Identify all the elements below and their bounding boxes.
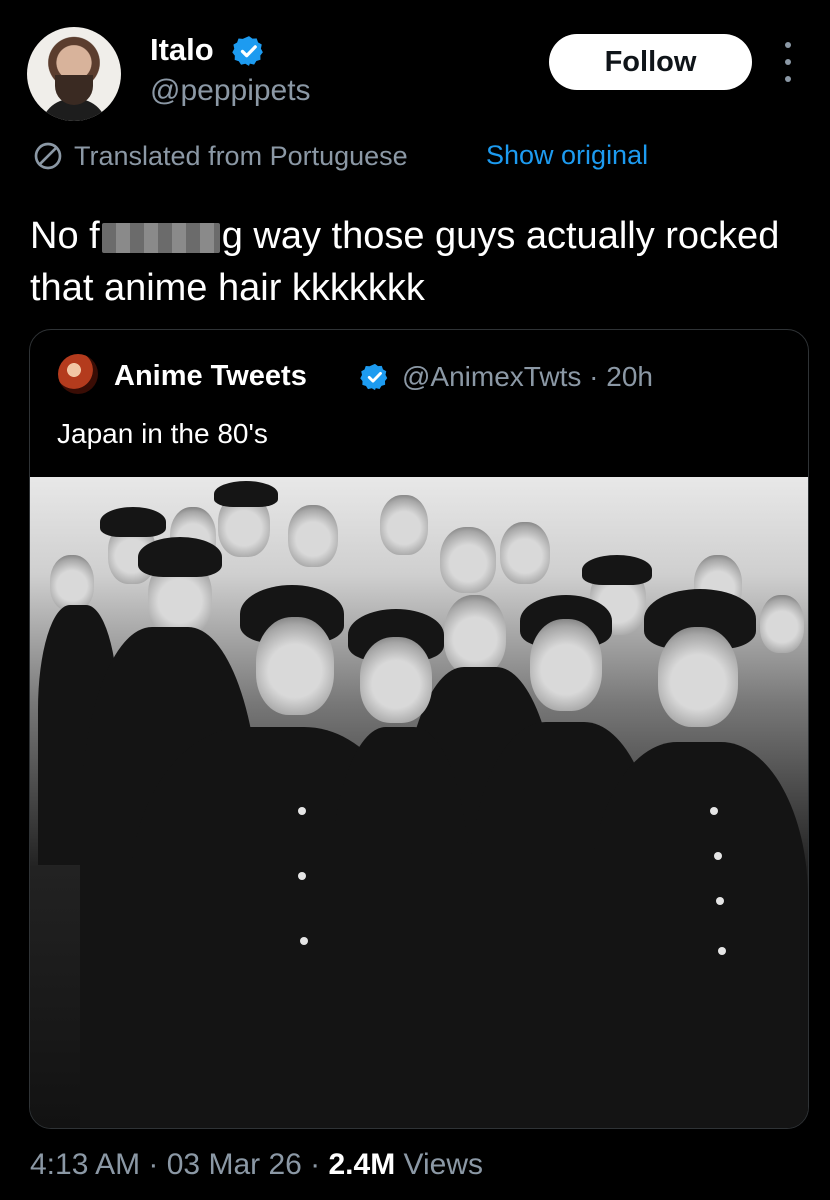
views-label: Views <box>403 1148 484 1181</box>
photo-person-head <box>256 617 334 715</box>
more-dot <box>785 42 791 48</box>
views-count: 2.4M <box>328 1148 396 1181</box>
photo-person-head <box>444 595 506 675</box>
photo-uniform-button <box>300 937 308 945</box>
translation-note: Translated from Portuguese <box>32 140 408 172</box>
photo-uniform-button <box>298 807 306 815</box>
verified-badge-icon <box>360 363 388 391</box>
quoted-tweet-card[interactable]: Anime Tweets @AnimexTwts · 20h Japan in … <box>29 329 809 1129</box>
photo-person-hair <box>214 481 278 507</box>
more-dot <box>785 59 791 65</box>
photo-uniform-button <box>298 872 306 880</box>
photo-person-head <box>288 505 338 567</box>
photo-person-head <box>658 627 738 727</box>
more-dot <box>785 76 791 82</box>
photo-person-head <box>530 619 602 711</box>
follow-button[interactable]: Follow <box>549 34 752 90</box>
verified-badge-icon <box>232 36 263 66</box>
quoted-author-handle-time[interactable]: @AnimexTwts · 20h <box>402 361 653 393</box>
photo-uniform-button <box>710 807 718 815</box>
tweet-meta: 4:13 AM · 03 Mar 26 · 2.4M Views <box>30 1148 483 1182</box>
author-name[interactable]: Italo <box>150 32 214 68</box>
photo-person-head <box>380 495 428 555</box>
censor-bar <box>101 222 220 253</box>
photo-uniform-button <box>716 897 724 905</box>
quoted-author-avatar[interactable] <box>58 354 98 394</box>
photo-person-head <box>500 522 550 584</box>
photo-person-hair <box>100 507 166 537</box>
photo-person-hair <box>582 555 652 585</box>
photo-person-body <box>330 727 470 1128</box>
more-options-icon[interactable] <box>778 42 798 82</box>
quoted-handle: @AnimexTwts <box>402 361 582 392</box>
tweet-time[interactable]: 4:13 AM <box>30 1148 140 1181</box>
quoted-photo[interactable] <box>30 477 808 1128</box>
author-handle[interactable]: @peppipets <box>150 74 311 108</box>
photo-uniform-button <box>718 947 726 955</box>
translate-globe-icon <box>34 142 62 170</box>
quoted-tweet-text: Japan in the 80's <box>57 418 268 449</box>
tweet-text-start: No f <box>30 215 100 257</box>
photo-uniform-button <box>714 852 722 860</box>
photo-person-head <box>760 595 804 653</box>
quoted-time: · 20h <box>589 361 653 392</box>
tweet-text: No fg way those guys actually rocked tha… <box>30 210 810 314</box>
photo-person-head <box>50 555 94 611</box>
translation-note-text: Translated from Portuguese <box>74 140 408 171</box>
photo-person-head <box>440 527 496 593</box>
photo-person-hair <box>138 537 222 577</box>
show-original-link[interactable]: Show original <box>486 140 648 171</box>
author-avatar[interactable] <box>27 27 121 121</box>
tweet-page: Italo @peppipets Follow Translated from … <box>0 0 830 1200</box>
quoted-author-name[interactable]: Anime Tweets <box>114 360 307 393</box>
tweet-date[interactable]: · 03 Mar 26 · <box>148 1148 320 1181</box>
photo-person-head <box>360 637 432 723</box>
photo-person-body <box>590 742 808 1128</box>
